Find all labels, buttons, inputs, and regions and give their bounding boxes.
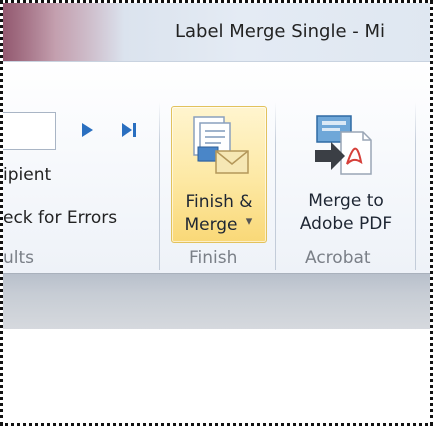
finish-merge-button[interactable]: Finish & Merge ▾: [171, 106, 267, 243]
ruler-strip: [3, 292, 430, 330]
finish-merge-label-line1: Finish &: [185, 192, 253, 212]
finish-merge-icon: [193, 116, 249, 174]
merge-to-pdf-label-line2: Adobe PDF: [299, 214, 393, 234]
group-separator: [415, 102, 416, 270]
merge-to-pdf-icon: [315, 115, 372, 175]
window-frame: Label Merge Single - Mi ipient eck for E…: [0, 0, 433, 426]
merge-to-adobe-pdf-button[interactable]: Merge to Adobe PDF: [285, 106, 407, 241]
acrobat-group-label: Acrobat: [305, 248, 371, 268]
find-recipient-button[interactable]: ipient: [3, 165, 51, 185]
title-bar: Label Merge Single - Mi: [3, 3, 430, 61]
finish-group-label: Finish: [189, 248, 238, 268]
preview-results-group-label: ults: [3, 248, 35, 268]
finish-merge-label-line2: Merge: [184, 215, 238, 235]
check-for-errors-button[interactable]: eck for Errors: [3, 208, 117, 228]
merge-to-pdf-label-line1: Merge to: [308, 191, 384, 211]
ribbon-bottom-bar: [3, 273, 430, 330]
ribbon: ipient eck for Errors ults Finish & Merg…: [3, 61, 430, 274]
record-number-input[interactable]: [3, 112, 56, 150]
title-bar-accent: [3, 3, 163, 61]
group-separator: [275, 102, 276, 270]
next-record-icon[interactable]: [77, 120, 97, 140]
window-title: Label Merge Single - Mi: [175, 21, 385, 42]
document-area[interactable]: [3, 329, 430, 423]
group-separator: [159, 102, 160, 270]
last-record-icon[interactable]: [119, 120, 139, 140]
chevron-down-icon: ▾: [245, 214, 253, 229]
